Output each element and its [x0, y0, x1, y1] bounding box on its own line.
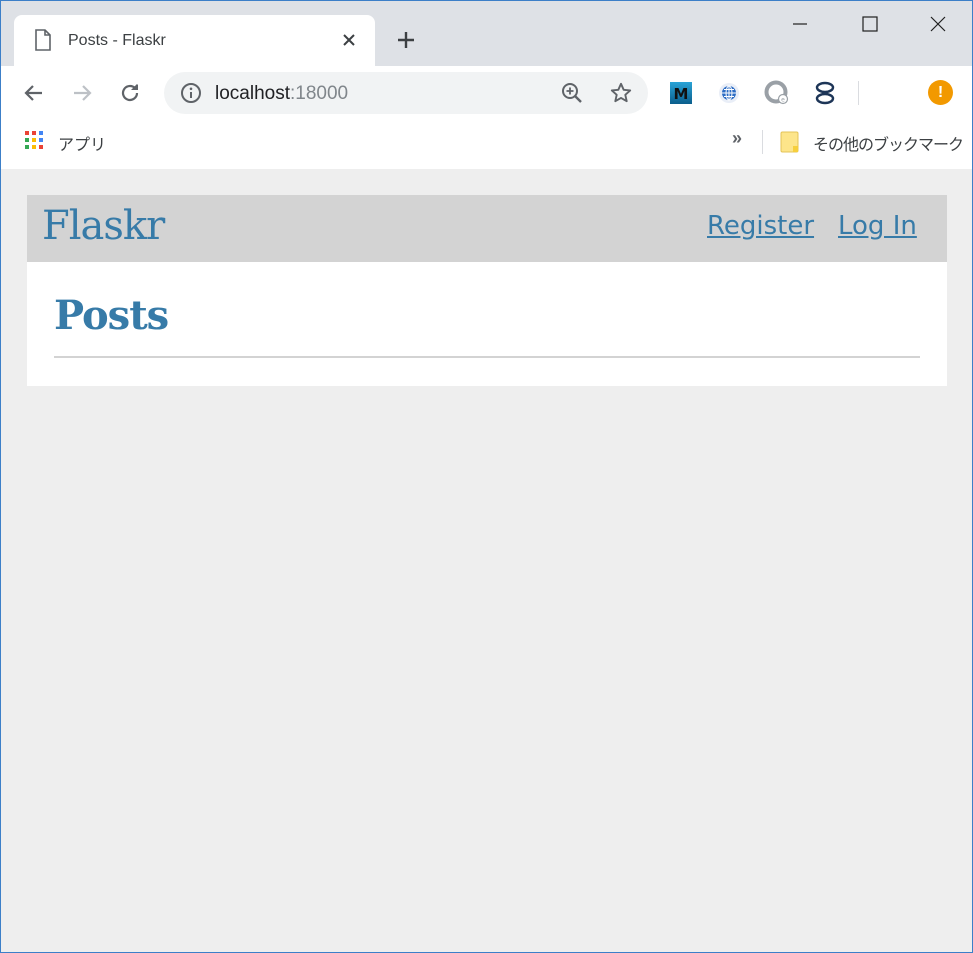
page-icon: [34, 29, 52, 51]
page-title: Posts: [54, 292, 169, 339]
hourglass-extension-icon[interactable]: [812, 80, 838, 106]
browser-window: Posts - Flaskr localhost:18000 M e ! アプリ…: [0, 0, 973, 953]
login-link[interactable]: Log In: [838, 211, 917, 241]
info-icon[interactable]: [180, 82, 202, 104]
zoom-icon[interactable]: [560, 81, 584, 105]
toolbar-divider: [858, 81, 859, 105]
page-viewport: Flaskr Register Log In Posts: [1, 169, 972, 952]
content-section: Posts: [27, 262, 947, 386]
folder-icon[interactable]: [780, 130, 800, 154]
globe-extension-icon[interactable]: [716, 80, 742, 106]
m-extension-icon[interactable]: M: [668, 80, 694, 106]
app-brand: Flaskr: [42, 203, 165, 249]
more-bookmarks-chevron-icon[interactable]: »: [732, 128, 742, 149]
maximize-icon[interactable]: [847, 9, 893, 39]
title-divider: [54, 356, 920, 358]
bookmark-star-icon[interactable]: [609, 81, 633, 105]
reload-icon[interactable]: [116, 79, 144, 107]
register-link[interactable]: Register: [707, 211, 814, 241]
browser-toolbar: localhost:18000 M e !: [1, 66, 972, 122]
url-text: localhost:18000: [215, 83, 349, 104]
new-tab-icon[interactable]: [394, 28, 418, 52]
tab-strip: Posts - Flaskr: [1, 1, 972, 66]
other-bookmarks-folder[interactable]: その他のブックマーク: [813, 131, 964, 155]
svg-text:e: e: [781, 97, 785, 104]
minimize-icon[interactable]: [777, 9, 823, 39]
grey-circle-extension-icon[interactable]: e: [764, 80, 790, 106]
bookmarks-bar: アプリ » その他のブックマーク: [1, 122, 972, 169]
close-tab-icon[interactable]: [338, 29, 360, 51]
tab-posts[interactable]: Posts - Flaskr: [14, 15, 375, 66]
back-arrow-icon[interactable]: [20, 79, 48, 107]
bookmarks-divider: [762, 130, 763, 154]
apps-bookmark[interactable]: アプリ: [58, 131, 106, 155]
alert-icon[interactable]: !: [928, 80, 953, 105]
apps-grid-icon[interactable]: [24, 130, 46, 152]
close-window-icon[interactable]: [915, 9, 961, 39]
app-navbar: Flaskr Register Log In: [27, 195, 947, 262]
forward-arrow-icon[interactable]: [68, 79, 96, 107]
address-bar[interactable]: localhost:18000: [164, 72, 648, 114]
svg-text:M: M: [674, 85, 689, 103]
tab-title: Posts - Flaskr: [68, 32, 166, 49]
